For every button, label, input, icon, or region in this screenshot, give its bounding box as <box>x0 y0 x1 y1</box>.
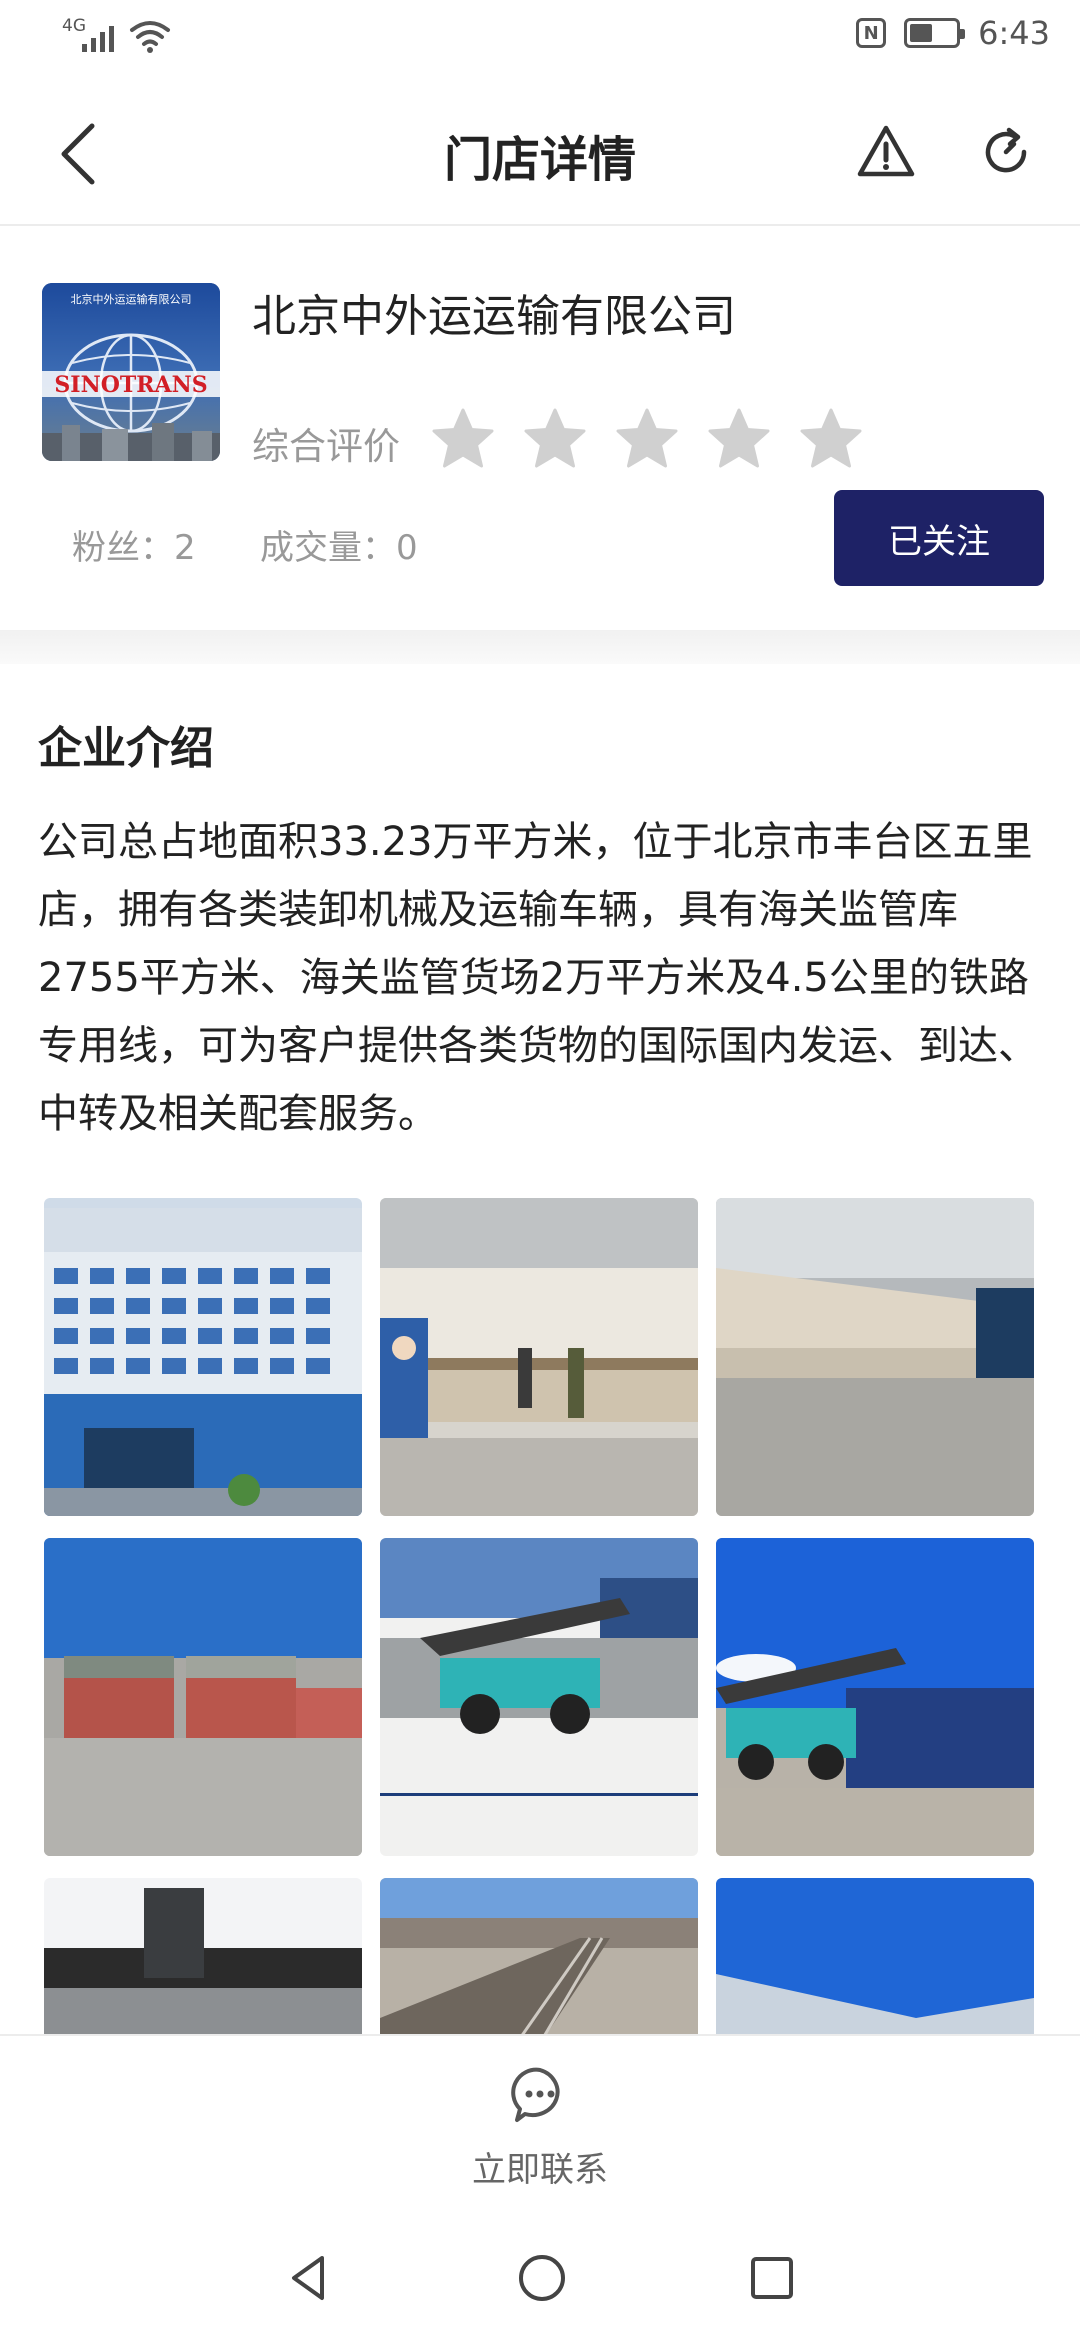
fans-count: 粉丝：2 <box>72 528 196 568</box>
system-home-button[interactable] <box>514 2250 570 2306</box>
wifi-icon <box>128 18 172 58</box>
star-icon <box>616 408 678 468</box>
contact-button[interactable]: 立即联系 <box>440 2066 640 2206</box>
star-icon <box>432 408 494 468</box>
warning-icon <box>857 125 915 177</box>
status-right: N 6:43 <box>856 14 1050 52</box>
system-navigation-bar <box>0 2230 1080 2340</box>
clock: 6:43 <box>978 14 1050 52</box>
deals-count: 成交量：0 <box>260 528 418 568</box>
star-icon <box>800 408 862 468</box>
rating-label: 综合评价 <box>252 425 400 468</box>
bottom-action-bar: 立即联系 <box>0 2034 1080 2230</box>
photo-gallery <box>44 1198 1044 2034</box>
store-logo: 北京中外运运输有限公司 SINOTRANS <box>42 283 220 461</box>
page-title: 门店详情 <box>443 132 636 188</box>
reach-stacker-blue-sky-photo[interactable] <box>716 1538 1034 1856</box>
status-bar: 4G N 6:43 <box>0 0 1080 78</box>
triangle-back-icon <box>292 2256 324 2300</box>
refresh-icon <box>985 127 1027 173</box>
rating-stars <box>430 406 864 472</box>
star-icon <box>708 408 770 468</box>
app-header: 门店详情 <box>0 78 1080 226</box>
circle-home-icon <box>519 2255 565 2301</box>
nfc-icon: N <box>856 18 887 48</box>
refresh-button[interactable] <box>976 122 1036 182</box>
system-recents-button[interactable] <box>744 2250 800 2306</box>
store-name: 北京中外运运输有限公司 <box>252 291 736 342</box>
system-back-button[interactable] <box>282 2250 338 2306</box>
chat-bubble-icon <box>511 2067 560 2122</box>
star-icon <box>524 408 586 468</box>
service-hall-photo[interactable] <box>380 1198 698 1516</box>
intro-text: 公司总占地面积33.23万平方米，位于北京市丰台区五里店，拥有各类装卸机械及运输… <box>38 819 1038 1137</box>
warehouse-roof-photo[interactable] <box>716 1878 1034 2034</box>
contact-label: 立即联系 <box>472 2150 608 2190</box>
report-button[interactable] <box>856 122 916 182</box>
warehouse-photo[interactable] <box>716 1198 1034 1516</box>
reach-stacker-photo[interactable] <box>380 1538 698 1856</box>
container-yard-photo[interactable] <box>44 1538 362 1856</box>
battery-icon <box>904 18 966 48</box>
follow-button[interactable]: 已关注 <box>834 490 1044 586</box>
building-photo[interactable] <box>44 1198 362 1516</box>
crane-photo[interactable] <box>44 1878 362 2034</box>
store-card: 北京中外运运输有限公司 SINOTRANS 北京中外运运输有限公司 综合评价 粉… <box>0 228 1080 630</box>
section-divider <box>0 630 1080 664</box>
intro-title: 企业介绍 <box>38 723 214 774</box>
railway-photo[interactable] <box>380 1878 698 2034</box>
logo-brand-text: SINOTRANS <box>54 372 207 398</box>
signal-icon <box>82 22 114 52</box>
square-recents-icon <box>751 2257 793 2299</box>
logo-company-text: 北京中外运运输有限公司 <box>71 292 192 306</box>
